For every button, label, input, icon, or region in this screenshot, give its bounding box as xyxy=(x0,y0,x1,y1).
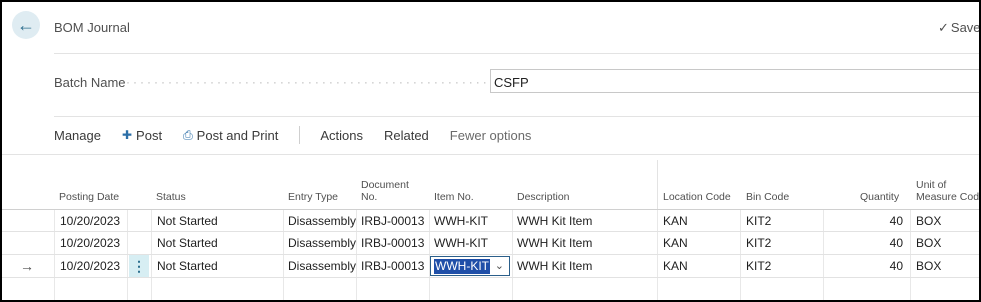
cell-bin-code[interactable]: KIT2 xyxy=(746,232,771,254)
cell-quantity[interactable]: 40 xyxy=(852,232,903,254)
column-header-unit-of-measure-code[interactable]: Unit of Measure Code xyxy=(916,179,981,203)
field-leader-dots: ········································… xyxy=(126,75,486,89)
table-row[interactable]: 10/20/2023 Not Started Disassembly IRBJ-… xyxy=(2,209,979,232)
batch-name-input[interactable]: CSFP xyxy=(490,69,979,93)
cell-uom[interactable]: BOX xyxy=(916,232,941,254)
cell-location-code[interactable]: KAN xyxy=(663,210,688,232)
column-header-posting-date[interactable]: Posting Date xyxy=(59,191,119,203)
cell-document-no[interactable]: IRBJ-00013 xyxy=(361,255,424,277)
column-header-uom-line1: Unit of xyxy=(916,179,947,191)
column-header-status[interactable]: Status xyxy=(156,191,186,203)
manage-label: Manage xyxy=(54,127,101,143)
cell-item-no[interactable]: WWH-KIT xyxy=(434,232,488,254)
actions-label: Actions xyxy=(320,127,363,143)
cell-location-code[interactable]: KAN xyxy=(663,232,688,254)
related-menu[interactable]: Related xyxy=(384,128,429,143)
cell-posting-date[interactable]: 10/20/2023 xyxy=(60,255,120,277)
cell-description[interactable]: WWH Kit Item xyxy=(517,232,592,254)
post-label: Post xyxy=(136,127,163,143)
divider xyxy=(54,116,979,117)
arrow-left-icon: ← xyxy=(17,14,35,35)
cell-document-no[interactable]: IRBJ-00013 xyxy=(361,232,424,254)
cell-status[interactable]: Not Started xyxy=(157,210,218,232)
divider xyxy=(299,126,301,144)
column-header-document-no-line1: Document xyxy=(361,179,409,191)
action-bar: Manage ✚ Post ⎙ Post and Print Actions R… xyxy=(54,126,552,144)
cell-document-no[interactable]: IRBJ-00013 xyxy=(361,210,424,232)
cell-location-code[interactable]: KAN xyxy=(663,255,688,277)
column-header-entry-type[interactable]: Entry Type xyxy=(288,191,338,203)
post-and-print-button[interactable]: ⎙ Post and Print xyxy=(183,128,278,143)
cell-entry-type[interactable]: Disassembly xyxy=(288,210,356,232)
cell-quantity[interactable]: 40 xyxy=(852,255,903,277)
related-label: Related xyxy=(383,127,429,143)
fewer-options-button[interactable]: Fewer options xyxy=(450,128,532,143)
column-header-bin-code[interactable]: Bin Code xyxy=(746,191,789,203)
manage-menu[interactable]: Manage xyxy=(54,128,101,143)
saved-label: Saved xyxy=(950,20,981,35)
current-row-arrow-icon: → xyxy=(20,258,34,274)
fewer-options-label: Fewer options xyxy=(449,127,532,143)
bom-journal-window: ← BOM Journal ✓Saved Batch Name ········… xyxy=(0,0,981,302)
cell-uom[interactable]: BOX xyxy=(916,255,941,277)
saved-status: ✓Saved xyxy=(938,20,981,36)
post-and-print-label: Post and Print xyxy=(196,127,279,143)
column-header-document-no-line2: No. xyxy=(361,191,378,203)
printer-icon: ⎙ xyxy=(183,127,193,142)
cell-bin-code[interactable]: KIT2 xyxy=(746,210,771,232)
row-more-options-icon[interactable]: ⋮ xyxy=(129,255,149,277)
cell-posting-date[interactable]: 10/20/2023 xyxy=(60,232,120,254)
column-header-location-code[interactable]: Location Code xyxy=(663,191,731,203)
item-no-input[interactable]: WWH-KIT ⌄ xyxy=(430,256,510,276)
column-divider xyxy=(657,160,658,210)
batch-name-label: Batch Name xyxy=(54,75,126,90)
cell-status[interactable]: Not Started xyxy=(157,232,218,254)
cell-status[interactable]: Not Started xyxy=(157,255,218,277)
column-header-uom-line2: Measure Code xyxy=(916,191,981,203)
cell-item-no[interactable]: WWH-KIT xyxy=(434,210,488,232)
table-row-active[interactable]: → ⋮ 10/20/2023 Not Started Disassembly I… xyxy=(2,255,979,278)
divider xyxy=(54,53,979,54)
chevron-down-icon[interactable]: ⌄ xyxy=(495,257,504,275)
column-header-description[interactable]: Description xyxy=(517,191,570,203)
cell-bin-code[interactable]: KIT2 xyxy=(746,255,771,277)
cell-quantity[interactable]: 40 xyxy=(852,210,903,232)
cell-entry-type[interactable]: Disassembly xyxy=(288,232,356,254)
cell-uom[interactable]: BOX xyxy=(916,210,941,232)
table-row-empty[interactable] xyxy=(2,278,979,300)
checkmark-icon: ✓ xyxy=(938,20,949,35)
cell-posting-date[interactable]: 10/20/2023 xyxy=(60,210,120,232)
back-button[interactable]: ← xyxy=(12,11,40,39)
column-header-document-no[interactable]: Document No. xyxy=(361,179,409,203)
divider xyxy=(2,154,979,155)
table-row[interactable]: 10/20/2023 Not Started Disassembly IRBJ-… xyxy=(2,232,979,255)
post-icon: ✚ xyxy=(121,128,133,142)
column-header-item-no[interactable]: Item No. xyxy=(434,191,474,203)
post-button[interactable]: ✚ Post xyxy=(122,128,162,143)
cell-entry-type[interactable]: Disassembly xyxy=(288,255,356,277)
item-no-selected-text: WWH-KIT xyxy=(434,259,490,274)
cell-description[interactable]: WWH Kit Item xyxy=(517,210,592,232)
actions-menu[interactable]: Actions xyxy=(320,128,363,143)
cell-description[interactable]: WWH Kit Item xyxy=(517,255,592,277)
page-title: BOM Journal xyxy=(54,20,130,35)
column-header-quantity[interactable]: Quantity xyxy=(860,191,899,203)
